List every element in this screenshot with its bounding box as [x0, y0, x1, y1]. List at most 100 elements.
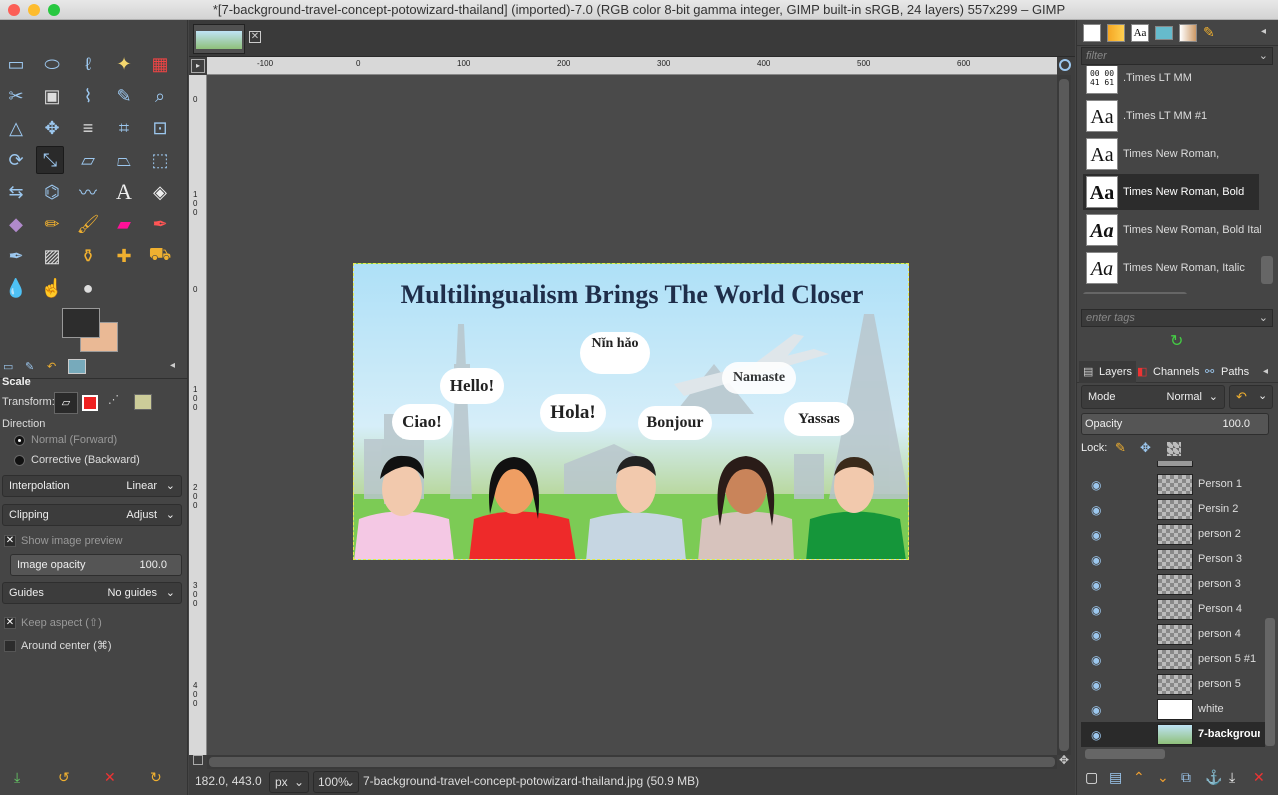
fuzzy-select-icon[interactable]: ✦	[110, 50, 138, 78]
tool-options-tab-icon[interactable]: ▭	[3, 360, 13, 373]
visibility-eye-icon[interactable]: ◉	[1091, 678, 1101, 692]
brushes-tab-icon[interactable]	[1083, 24, 1101, 42]
warp-transform-icon[interactable]: 〰	[74, 178, 102, 206]
toggle-quick-mask-icon[interactable]	[193, 755, 203, 765]
ellipse-select-icon[interactable]: ⬭	[38, 50, 66, 78]
color-picker-icon[interactable]: ✎	[110, 82, 138, 110]
font-item[interactable]: Aa Times New Roman,	[1083, 136, 1259, 172]
close-window-button[interactable]	[8, 4, 20, 16]
font-tags-input[interactable]: enter tags ⌄	[1081, 309, 1273, 327]
free-select-icon[interactable]: ℓ	[74, 50, 102, 78]
font-item[interactable]: Aa Times New Roman, Italic	[1083, 250, 1259, 286]
visibility-eye-icon[interactable]: ◉	[1091, 553, 1101, 567]
patterns-tab-icon[interactable]	[1107, 24, 1125, 42]
paths-icon[interactable]: ⌇	[74, 82, 102, 110]
interpolation-dropdown[interactable]: Interpolation Linear ⌄	[2, 475, 182, 497]
raise-layer-icon[interactable]: ⌃	[1133, 769, 1145, 786]
transform-selection-button[interactable]	[82, 395, 98, 411]
unified-transform-icon[interactable]: ⊡	[146, 114, 174, 142]
blend-space-button[interactable]: ↶ ⌄	[1229, 385, 1273, 409]
guides-dropdown[interactable]: Guides No guides ⌄	[2, 582, 182, 604]
lock-pixels-icon[interactable]: ✎	[1115, 440, 1126, 456]
perspective-icon[interactable]: ⏢	[110, 146, 138, 174]
dock-menu-icon[interactable]: ◂	[1261, 26, 1266, 37]
undo-history-tab-icon[interactable]: ↶	[47, 360, 56, 373]
visibility-eye-icon[interactable]: ◉	[1091, 578, 1101, 592]
align-icon[interactable]: ≡	[74, 114, 102, 142]
delete-options-icon[interactable]: ✕	[104, 769, 116, 786]
text-tool-icon[interactable]: A	[110, 178, 138, 206]
clone-icon[interactable]: ⚱	[74, 242, 102, 270]
font-item-selected[interactable]: Aa Times New Roman, Bold	[1083, 174, 1259, 210]
direction-normal-radio[interactable]: Normal (Forward)	[14, 434, 117, 446]
palettes-tab-icon[interactable]	[1155, 26, 1173, 40]
transform-path-icon[interactable]: ⋰	[108, 393, 119, 406]
3d-transform-icon[interactable]: ⬚	[146, 146, 174, 174]
layer-row[interactable]: ◉ person 4	[1081, 622, 1265, 647]
device-status-tab-icon[interactable]: ✎	[25, 360, 34, 373]
zoom-icon[interactable]: ⌕	[146, 82, 174, 110]
lock-alpha-icon[interactable]	[1167, 442, 1181, 456]
paint-dynamics-tab-icon[interactable]: ✎	[1203, 24, 1215, 41]
gradients-tab-icon[interactable]	[1179, 24, 1197, 42]
heal-icon[interactable]: ✚	[110, 242, 138, 270]
visibility-eye-icon[interactable]: ◉	[1091, 728, 1101, 742]
blur-icon[interactable]: 💧	[2, 274, 30, 302]
smudge-icon[interactable]: ☝	[38, 274, 66, 302]
images-tab-icon[interactable]	[68, 359, 86, 374]
mypaint-brush-icon[interactable]: ▨	[38, 242, 66, 270]
clipping-dropdown[interactable]: Clipping Adjust ⌄	[2, 504, 182, 526]
transform-image-icon[interactable]	[134, 394, 152, 410]
fonts-tab-icon[interactable]: Aa	[1131, 24, 1149, 42]
image-opacity-spinner[interactable]: Image opacity 100.0	[10, 554, 182, 576]
canvas[interactable]: Multilingualism Brings The World Closer …	[207, 75, 1057, 755]
layer-row[interactable]: ◉ person 3	[1081, 572, 1265, 597]
scissors-icon[interactable]: ✂	[2, 82, 30, 110]
tab-layers[interactable]: ▤ Layers	[1079, 361, 1137, 383]
keep-aspect-checkbox[interactable]: ✕ Keep aspect (⇧)	[4, 616, 102, 630]
layer-row[interactable]: ◉ Persin 2	[1081, 497, 1265, 522]
foreground-select-icon[interactable]: ▣	[38, 82, 66, 110]
layer-opacity-spinner[interactable]: Opacity 100.0	[1081, 413, 1269, 435]
duplicate-layer-icon[interactable]: ⧉	[1181, 769, 1191, 786]
layer-row[interactable]: ◉ person 5 #1	[1081, 647, 1265, 672]
layer-row-selected[interactable]: ◉7-background	[1081, 722, 1265, 747]
eraser-icon[interactable]: ▰	[110, 210, 138, 238]
delete-layer-icon[interactable]: ✕	[1253, 769, 1265, 786]
visibility-eye-icon[interactable]: ◉	[1091, 478, 1101, 492]
minimize-window-button[interactable]	[28, 4, 40, 16]
layer-row[interactable]: ◉ Person 3	[1081, 547, 1265, 572]
font-list-hscroll[interactable]	[1083, 292, 1187, 294]
visibility-eye-icon[interactable]: ◉	[1091, 628, 1101, 642]
paintbrush-icon[interactable]: 🖌	[74, 210, 102, 238]
tab-channels[interactable]: ◧ Channels	[1135, 361, 1199, 383]
around-center-checkbox[interactable]: Around center (⌘)	[4, 639, 111, 653]
foreground-color[interactable]	[62, 308, 100, 338]
bucket-fill-icon[interactable]: ◈	[146, 178, 174, 206]
panel-menu-icon[interactable]: ◂	[170, 360, 175, 371]
tab-paths[interactable]: ⚯ Paths	[1203, 361, 1249, 383]
close-tab-icon[interactable]: ✕	[249, 31, 261, 43]
scale-tool-icon[interactable]: ⤡	[36, 146, 64, 174]
zoom-window-button[interactable]	[48, 4, 60, 16]
layer-list-hscroll[interactable]	[1085, 749, 1165, 759]
new-layer-icon[interactable]: ▢	[1085, 769, 1098, 786]
airbrush-icon[interactable]: ✒	[146, 210, 174, 238]
font-item[interactable]: 00 00 41 61 .Times LT MM	[1083, 66, 1259, 96]
layer-row[interactable]: ◉ Person 4	[1081, 597, 1265, 622]
ink-icon[interactable]: ✒	[2, 242, 30, 270]
direction-corrective-radio[interactable]: Corrective (Backward)	[14, 454, 140, 466]
restore-options-icon[interactable]: ↺	[58, 769, 70, 786]
color-swatches[interactable]	[62, 308, 122, 358]
zoom-on-resize-icon[interactable]: ✥	[1059, 753, 1069, 767]
move-icon[interactable]: ✥	[38, 114, 66, 142]
gradient-icon[interactable]: ◆	[2, 210, 30, 238]
new-layer-group-icon[interactable]: ▤	[1109, 769, 1122, 786]
visibility-eye-icon[interactable]: ◉	[1091, 703, 1101, 717]
layer-row[interactable]: ◉ Person 1	[1081, 472, 1265, 497]
image-artwork[interactable]: Multilingualism Brings The World Closer …	[353, 263, 909, 560]
visibility-eye-icon[interactable]: ◉	[1091, 603, 1101, 617]
font-filter-input[interactable]: filter ⌄	[1081, 47, 1273, 65]
layer-row[interactable]: ◉ person 2	[1081, 522, 1265, 547]
flip-icon[interactable]: ⇆	[2, 178, 30, 206]
